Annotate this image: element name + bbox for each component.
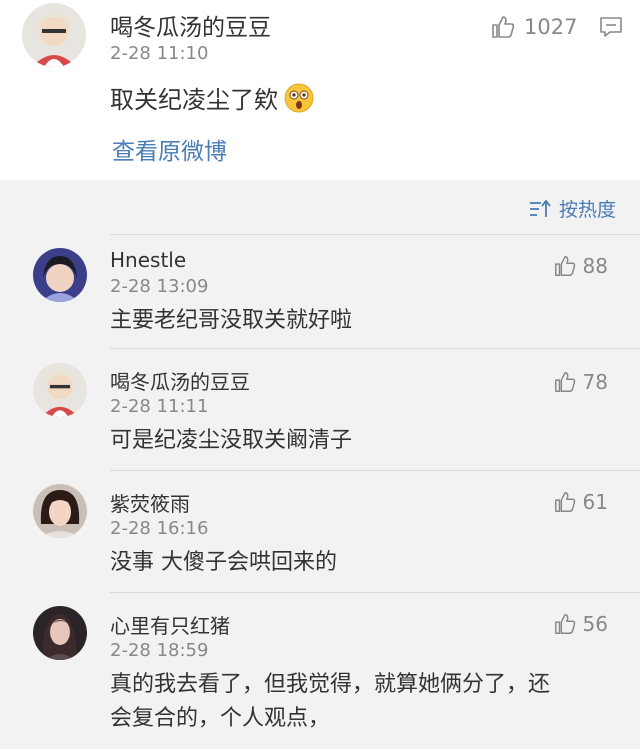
comment-text: 没事 大傻子会哄回来的 [110,550,337,575]
timestamp: 2-28 11:11 [110,396,209,417]
comment-text-line: 会复合的，个人观点， [110,706,331,731]
comment-text-body: 取关纪凌尘了欸 [110,86,278,114]
comment-text-line: 真的我去看了，但我觉得，就算她俩分了，还 [110,672,551,697]
list-item: Hnestle 2-28 13:09 主要老纪哥没取关就好啦 88 [0,236,640,348]
timestamp: 2-28 11:10 [110,43,209,64]
divider [110,592,640,593]
like-button[interactable]: 56 [553,612,608,636]
avatar[interactable] [33,606,87,660]
avatar[interactable] [33,363,87,417]
list-item: 喝冬瓜汤的豆豆 2-28 11:11 可是纪凌尘没取关阚清子 78 [0,350,640,470]
comment-icon [600,17,622,37]
like-button[interactable]: 61 [553,490,608,514]
divider [110,234,640,235]
divider [110,470,640,471]
comment-text: 可是纪凌尘没取关阚清子 [110,428,353,453]
avatar[interactable] [33,484,87,538]
username[interactable]: 心里有只红猪 [110,610,230,639]
comment-text: 真的我去看了，但我觉得，就算她俩分了，还 会复合的，个人观点， [110,668,610,736]
username[interactable]: Hnestle [110,248,186,272]
sort-bar: 按热度 [0,180,640,234]
thumbs-up-icon [554,256,575,276]
divider [110,348,640,349]
like-button[interactable]: 88 [553,254,608,278]
like-button[interactable]: 78 [553,370,608,394]
username[interactable]: 紫荧筱雨 [110,488,190,517]
sort-by-hot-button[interactable]: 按热度 [529,195,616,222]
view-original-weibo-link[interactable]: 查看原微博 [112,132,227,166]
avatar[interactable] [33,248,87,302]
timestamp: 2-28 13:09 [110,276,209,297]
username[interactable]: 喝冬瓜汤的豆豆 [110,366,250,395]
list-item: 紫荧筱雨 2-28 16:16 没事 大傻子会哄回来的 61 [0,472,640,592]
sort-icon [529,199,551,217]
avatar[interactable] [22,3,86,67]
timestamp: 2-28 18:59 [110,640,209,661]
top-comment: 喝冬瓜汤的豆豆 2-28 11:10 取关纪凌尘了欸 1027 查看原微博 [0,0,640,180]
comment-text: 取关纪凌尘了欸 [110,80,314,115]
like-count: 88 [582,254,608,278]
thumbs-up-icon [492,16,515,38]
sort-label: 按热度 [558,199,616,221]
timestamp: 2-28 16:16 [110,518,209,539]
like-button[interactable]: 1027 [490,14,577,40]
reply-button[interactable] [598,14,624,44]
like-count: 1027 [524,15,578,39]
thumbs-up-icon [554,614,575,634]
thumbs-up-icon [554,492,575,512]
like-count: 78 [582,370,608,394]
thumbs-up-icon [554,372,575,392]
list-item: 心里有只红猪 2-28 18:59 真的我去看了，但我觉得，就算她俩分了，还 会… [0,594,640,749]
like-count: 61 [582,490,608,514]
like-count: 56 [582,612,608,636]
astonished-emoji-icon [284,83,314,113]
comment-text: 主要老纪哥没取关就好啦 [110,308,353,333]
username[interactable]: 喝冬瓜汤的豆豆 [110,8,271,42]
